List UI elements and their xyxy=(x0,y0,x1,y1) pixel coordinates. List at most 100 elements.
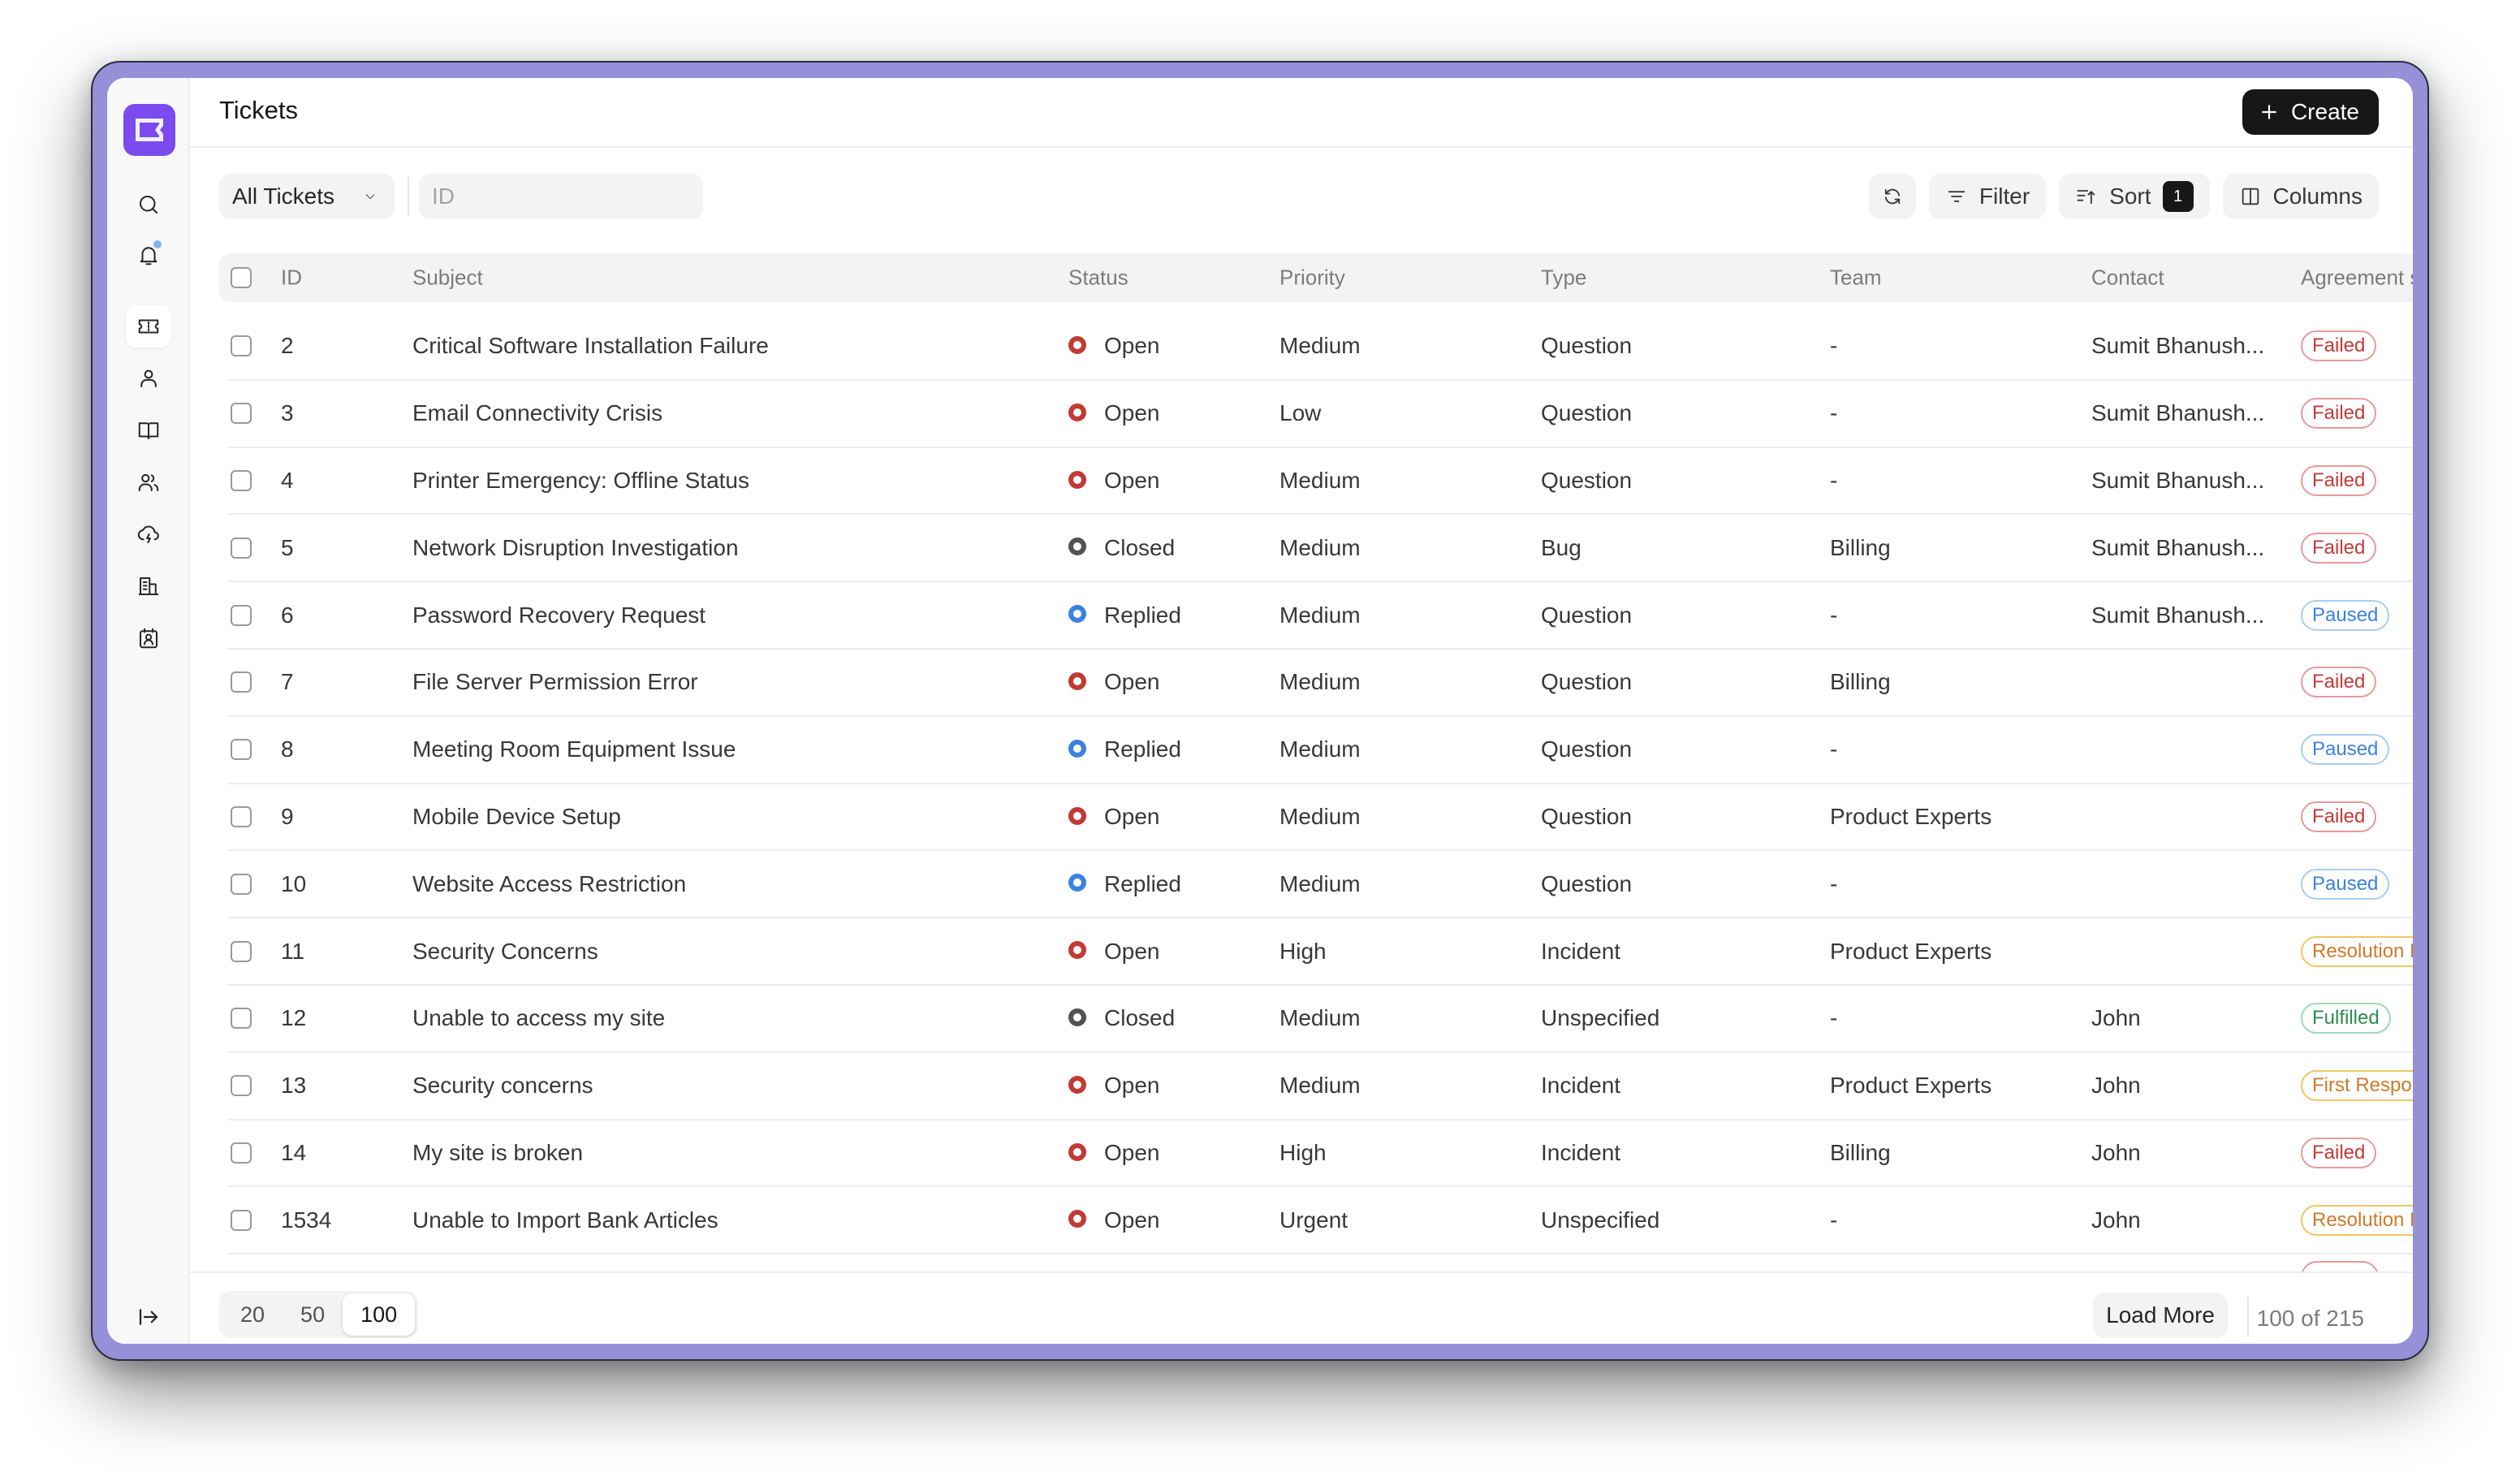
row-checkbox[interactable] xyxy=(231,1142,252,1164)
cell-agreement-status: Resolution Due xyxy=(2301,935,2413,967)
cell-subject: My site is broken xyxy=(412,1139,584,1165)
cell-priority: Medium xyxy=(1279,333,1361,359)
status-indicator-icon xyxy=(1068,874,1086,892)
table-row[interactable]: 5 Network Disruption Investigation Closed M… xyxy=(227,515,2413,583)
page-size-option-100[interactable]: 100 xyxy=(343,1293,416,1336)
row-checkbox[interactable] xyxy=(231,403,252,425)
filter-button[interactable]: Filter xyxy=(1928,174,2047,219)
row-checkbox[interactable] xyxy=(231,469,252,491)
cell-priority: Medium xyxy=(1279,736,1361,762)
cell-type: Unspecified xyxy=(1541,1207,1660,1233)
table-row[interactable]: 6 Password Recovery Request Replied Medium Q… xyxy=(227,582,2413,650)
table-row[interactable]: 7 File Server Permission Error Open Medium Q… xyxy=(227,650,2413,717)
status-label: Open xyxy=(1104,803,1160,829)
filter-icon xyxy=(1948,191,1966,202)
table-row[interactable]: 12 Unable to access my site Closed Medium Un… xyxy=(227,986,2413,1053)
table-row[interactable]: 9 Mobile Device Setup Open Medium Question Pr… xyxy=(227,784,2413,852)
cell-id: 6 xyxy=(281,602,294,628)
table-row[interactable]: 11 Security Concerns Open High Incident Produ… xyxy=(227,918,2413,986)
sidebar-item-contacts[interactable] xyxy=(126,617,171,659)
agreement-status-badge: Failed xyxy=(2301,464,2377,496)
table-row[interactable]: 13 Security concerns Open Medium Incident Pro… xyxy=(227,1053,2413,1120)
cell-team: - xyxy=(1830,1005,1838,1031)
row-checkbox[interactable] xyxy=(231,1075,252,1097)
view-selector[interactable]: All Tickets xyxy=(219,174,395,219)
sidebar-item-knowledge-base[interactable] xyxy=(126,409,171,451)
table-row[interactable]: 3 Email Connectivity Crisis Open Low Questio… xyxy=(227,381,2413,448)
cell-subject: Network Disruption Investigation xyxy=(412,534,739,560)
column-header-team[interactable]: Team xyxy=(1830,266,1882,291)
row-checkbox[interactable] xyxy=(231,671,252,693)
cell-priority: Medium xyxy=(1279,803,1361,829)
table-row[interactable]: 14 My site is broken Open High Incident Billi… xyxy=(227,1120,2413,1188)
create-button[interactable]: Create xyxy=(2242,89,2379,135)
cell-priority: Medium xyxy=(1279,1005,1361,1031)
status-label: Open xyxy=(1104,669,1160,695)
columns-button[interactable]: Columns xyxy=(2222,174,2379,219)
cell-team: Billing xyxy=(1830,669,1891,695)
refresh-button[interactable] xyxy=(1868,174,1916,219)
table-row[interactable]: 2 Critical Software Installation Failure O… xyxy=(227,313,2413,381)
sidebar-item-agents[interactable] xyxy=(126,357,171,399)
status-indicator-icon xyxy=(1068,1210,1086,1228)
cell-id: 7 xyxy=(281,669,294,695)
cell-priority: Medium xyxy=(1279,602,1361,628)
ticket-icon xyxy=(138,319,159,334)
row-checkbox[interactable] xyxy=(231,739,252,761)
page-size-option-50[interactable]: 50 xyxy=(283,1293,343,1336)
status-label: Open xyxy=(1104,1073,1160,1099)
column-header-type[interactable]: Type xyxy=(1541,266,1586,291)
app-logo[interactable] xyxy=(123,104,175,156)
column-header-status[interactable]: Status xyxy=(1068,266,1128,291)
row-checkbox[interactable] xyxy=(231,1209,252,1231)
status-indicator-icon xyxy=(1068,605,1086,624)
collapse-sidebar-button[interactable] xyxy=(126,1296,171,1338)
table-row[interactable]: 4 Printer Emergency: Offline Status Open Me… xyxy=(227,448,2413,516)
cell-priority: Medium xyxy=(1279,534,1361,560)
cell-team: - xyxy=(1830,602,1838,628)
sidebar-item-teams[interactable] xyxy=(126,461,171,503)
helpdesk-logo-icon xyxy=(136,119,163,141)
row-checkbox[interactable] xyxy=(231,335,252,357)
toolbar: All Tickets Filter Sort 1 Columns xyxy=(190,174,2413,219)
cell-status: Open xyxy=(1068,468,1160,494)
sidebar-item-search[interactable] xyxy=(126,184,171,226)
row-checkbox[interactable] xyxy=(231,873,252,895)
cell-agreement-status: Failed xyxy=(2301,398,2377,430)
agreement-status-badge: Failed xyxy=(2301,532,2377,563)
column-header-agreement-status[interactable]: Agreement st xyxy=(2301,266,2413,291)
table-row[interactable]: 8 Meeting Room Equipment Issue Replied Medi… xyxy=(227,717,2413,784)
select-all-checkbox[interactable] xyxy=(231,267,252,288)
table-row[interactable]: 10 Website Access Restriction Replied Mediu… xyxy=(227,851,2413,919)
row-checkbox[interactable] xyxy=(231,940,252,962)
column-header-id[interactable]: ID xyxy=(281,266,302,291)
sidebar-item-customers[interactable] xyxy=(126,565,171,607)
page-size-option-20[interactable]: 20 xyxy=(222,1293,283,1336)
sidebar-item-notifications[interactable] xyxy=(126,234,171,276)
row-checkbox[interactable] xyxy=(231,537,252,559)
cell-priority: Medium xyxy=(1279,1073,1361,1099)
column-header-priority[interactable]: Priority xyxy=(1279,266,1345,291)
status-label: Replied xyxy=(1104,736,1181,762)
sidebar-item-escalation[interactable] xyxy=(126,513,171,555)
sort-label: Sort xyxy=(2109,184,2151,209)
load-more-button[interactable]: Load More xyxy=(2093,1293,2228,1338)
row-checkbox[interactable] xyxy=(231,604,252,626)
row-checkbox[interactable] xyxy=(231,1008,252,1030)
row-checkbox[interactable] xyxy=(231,805,252,827)
cell-type: Incident xyxy=(1541,1073,1621,1099)
cell-agreement-status: Failed xyxy=(2301,1137,2377,1168)
cell-id: 11 xyxy=(281,938,305,964)
id-filter-input[interactable] xyxy=(419,174,703,219)
cell-agreement-status: Paused xyxy=(2301,868,2390,900)
cell-id: 1534 xyxy=(281,1207,332,1233)
cell-subject: Password Recovery Request xyxy=(412,602,706,628)
column-header-contact[interactable]: Contact xyxy=(2091,266,2164,291)
cell-priority: Medium xyxy=(1279,467,1361,493)
cell-status: Closed xyxy=(1068,535,1175,561)
column-header-subject[interactable]: Subject xyxy=(412,266,483,291)
columns-label: Columns xyxy=(2272,184,2362,209)
table-row[interactable]: 1534 Unable to Import Bank Articles Open Ur… xyxy=(227,1187,2413,1255)
sort-button[interactable]: Sort 1 xyxy=(2059,174,2210,219)
sidebar-item-tickets[interactable] xyxy=(126,305,171,348)
